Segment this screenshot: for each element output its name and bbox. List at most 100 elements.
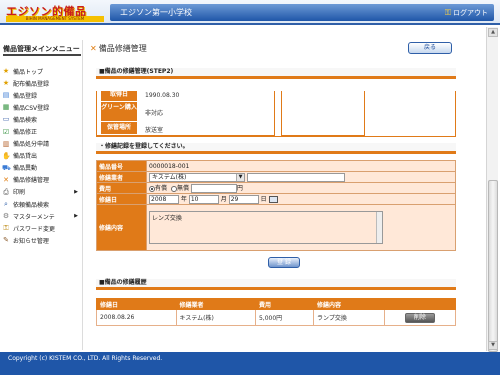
back-button[interactable]: 戻る <box>408 42 452 54</box>
content-textarea[interactable]: レンズ交換 <box>149 211 383 245</box>
green-label: グリーン購入 <box>101 102 137 121</box>
sidebar-item[interactable]: ⎙ 印刷 ▶ <box>2 186 82 198</box>
sidebar-item[interactable]: ✎ お知らせ管理 <box>2 234 82 246</box>
cost-label: 費用 <box>96 182 147 195</box>
sidebar-item-label: マスターメンテ <box>13 213 55 221</box>
header: エジソン的備品 BIHIN MANAGEMENT SYSTEM エジソン第一小学… <box>0 0 500 25</box>
sidebar-item-label: 依頼備品検索 <box>13 201 50 209</box>
form-section-header: ・修繕記録を登録してください。 <box>96 143 456 154</box>
history-col-header: 修繕内容 <box>313 298 385 310</box>
info-left-panel: 取得日 1990.08.30 グリーン購入 非対応 保管場所 放送室 <box>97 91 275 136</box>
cost-cell: 有償 無償 円 <box>146 182 456 195</box>
logout-link[interactable]: ⚿ ログアウト <box>445 8 488 18</box>
sidebar-menu: ★ 備品トップ ★ 配布備品登録 ▤ 備品登録 ▦ 備品CSV登録 ▭ 備品検索 ☑ 備品修正 ▥ 備品処… <box>2 65 82 246</box>
sidebar-item-label: パスワード変更 <box>13 225 56 233</box>
textarea-scrollbar[interactable] <box>376 212 382 244</box>
calendar-icon[interactable] <box>268 196 278 204</box>
key-icon: ⚿ <box>444 8 451 17</box>
sidebar-item[interactable]: ▤ 備品登録 <box>2 89 82 101</box>
day-unit: 日 <box>260 196 267 204</box>
printer-icon: ⎙ <box>3 187 9 196</box>
main-content: ✕ 備品修繕管理 戻る ■備品の修繕管理(STEP2) 取得日 1990.08.3… <box>90 40 485 348</box>
cost-free-label: 無償 <box>176 185 189 193</box>
sidebar-item[interactable]: ▥ 備品処分申請 <box>2 138 82 150</box>
scrollbar-thumb[interactable] <box>488 180 498 352</box>
sidebar-item[interactable]: ⚙ マスターメンテ ▶ <box>2 210 82 222</box>
sidebar-item[interactable]: ⌕ 依頼備品検索 <box>2 198 82 210</box>
acq-value: 1990.08.30 <box>145 92 180 99</box>
cost-input[interactable] <box>190 184 237 194</box>
day-input[interactable]: 29 <box>228 195 259 205</box>
tools-icon: ✕ <box>90 44 97 53</box>
sidebar-item-label: 備品修正 <box>13 129 38 137</box>
repair-form: 備品番号 0000018-001 修繕業者 キステム(株) ▼ 費用 有償 無償 … <box>96 159 456 251</box>
sidebar-item[interactable]: ▭ 備品検索 <box>2 113 82 125</box>
history-col-header: 修繕業者 <box>175 298 256 310</box>
sidebar-item-label: 印刷 <box>13 189 26 197</box>
year-input[interactable]: 2008 <box>149 195 179 205</box>
history-body: 2008.08.26 キステム(株) 5,000円 ランプ交換 削除 <box>96 309 457 326</box>
logout-label: ログアウト <box>453 9 488 17</box>
sidebar-item-label: 備品修繕管理 <box>13 177 50 185</box>
history-col-header: 費用 <box>254 298 315 310</box>
sidebar-item-label: 配布備品登録 <box>13 80 50 88</box>
sidebar-item[interactable]: ⛟ 備品異動 <box>2 162 82 174</box>
sidebar-item-label: 備品貸出 <box>13 153 38 161</box>
sidebar-item[interactable]: ✕ 備品修繕管理 <box>2 174 82 186</box>
history-header-row: 修繕日 修繕業者 費用 修繕内容 <box>96 298 457 310</box>
place-label: 保管場所 <box>101 122 137 134</box>
footer: Copyright (c) KISTEM CO., LTD. All Right… <box>0 352 500 375</box>
vendor-other-input[interactable] <box>246 172 345 182</box>
delete-button[interactable]: 削除 <box>404 312 435 323</box>
sidebar-item[interactable]: ★ 備品トップ <box>2 65 82 77</box>
star-icon: ★ <box>2 79 10 88</box>
cost-free-radio[interactable] <box>170 185 177 192</box>
sidebar-item[interactable]: ⚿ パスワード変更 <box>2 222 82 234</box>
sidebar-item[interactable]: ☑ 備品修正 <box>2 125 82 137</box>
star-icon: ★ <box>2 67 10 76</box>
table-cell: ランプ交換 <box>313 309 385 326</box>
year-unit: 年 <box>180 196 187 204</box>
action-cell: 削除 <box>383 309 457 326</box>
sidebar-item-label: 備品検索 <box>13 116 38 124</box>
info-section-header: ■備品の修繕管理(STEP2) <box>96 68 456 79</box>
cost-unit: 円 <box>236 185 243 193</box>
table-cell: キステム(株) <box>175 309 256 326</box>
key-icon: ⚿ <box>3 224 9 233</box>
search-icon: ⌕ <box>4 200 8 209</box>
scroll-up-icon[interactable]: ▲ <box>488 28 498 37</box>
date-label: 修繕日 <box>96 193 147 206</box>
gear-icon: ⚙ <box>2 212 10 221</box>
vendor-cell: キステム(株) ▼ <box>146 171 456 184</box>
sidebar-item[interactable]: ▦ 備品CSV登録 <box>2 101 82 113</box>
content-cell: レンズ交換 <box>146 204 456 251</box>
history-table: 修繕日 修繕業者 費用 修繕内容 2008.08.26 キステム(株) 5,000円 ランプ… <box>96 298 457 326</box>
sidebar-title: 備品管理メインメニュー <box>3 44 81 56</box>
sidebar-item[interactable]: ✋ 備品貸出 <box>2 150 82 162</box>
history-section-header: ■備品の修繕履歴 <box>96 279 456 290</box>
sidebar-item-label: 備品登録 <box>13 92 38 100</box>
date-cell: 2008 年 10 月 29 日 <box>146 193 456 206</box>
table-cell: 2008.08.26 <box>96 309 177 326</box>
sidebar-item-label: 備品CSV登録 <box>13 104 50 112</box>
content-textarea-value: レンズ交換 <box>152 215 182 223</box>
page-title: ✕ 備品修繕管理 <box>90 43 147 54</box>
table-cell: 5,000円 <box>254 309 315 326</box>
sidebar-item-label: 備品異動 <box>13 165 38 173</box>
school-name: エジソン第一小学校 <box>120 8 192 17</box>
sidebar-item-label: 備品処分申請 <box>13 141 50 149</box>
app-logo[interactable]: エジソン的備品 BIHIN MANAGEMENT SYSTEM <box>6 3 104 23</box>
page-scrollbar[interactable]: ▲ ▼ <box>486 27 498 352</box>
tools-icon: ✕ <box>3 175 9 184</box>
chevron-right-icon: ▶ <box>74 213 78 220</box>
cost-paid-radio[interactable] <box>149 185 155 192</box>
vendor-select[interactable]: キステム(株) ▼ <box>149 172 245 182</box>
green-value: 非対応 <box>145 110 164 117</box>
sidebar-item[interactable]: ★ 配布備品登録 <box>2 77 82 89</box>
register-button[interactable]: 登 録 <box>268 257 300 268</box>
scroll-down-icon[interactable]: ▼ <box>488 341 498 350</box>
sidebar-item-label: 備品トップ <box>13 68 44 76</box>
monitor-icon: ▭ <box>2 115 10 124</box>
month-input[interactable]: 10 <box>188 195 219 205</box>
vendor-select-value: キステム(株) <box>152 173 187 181</box>
